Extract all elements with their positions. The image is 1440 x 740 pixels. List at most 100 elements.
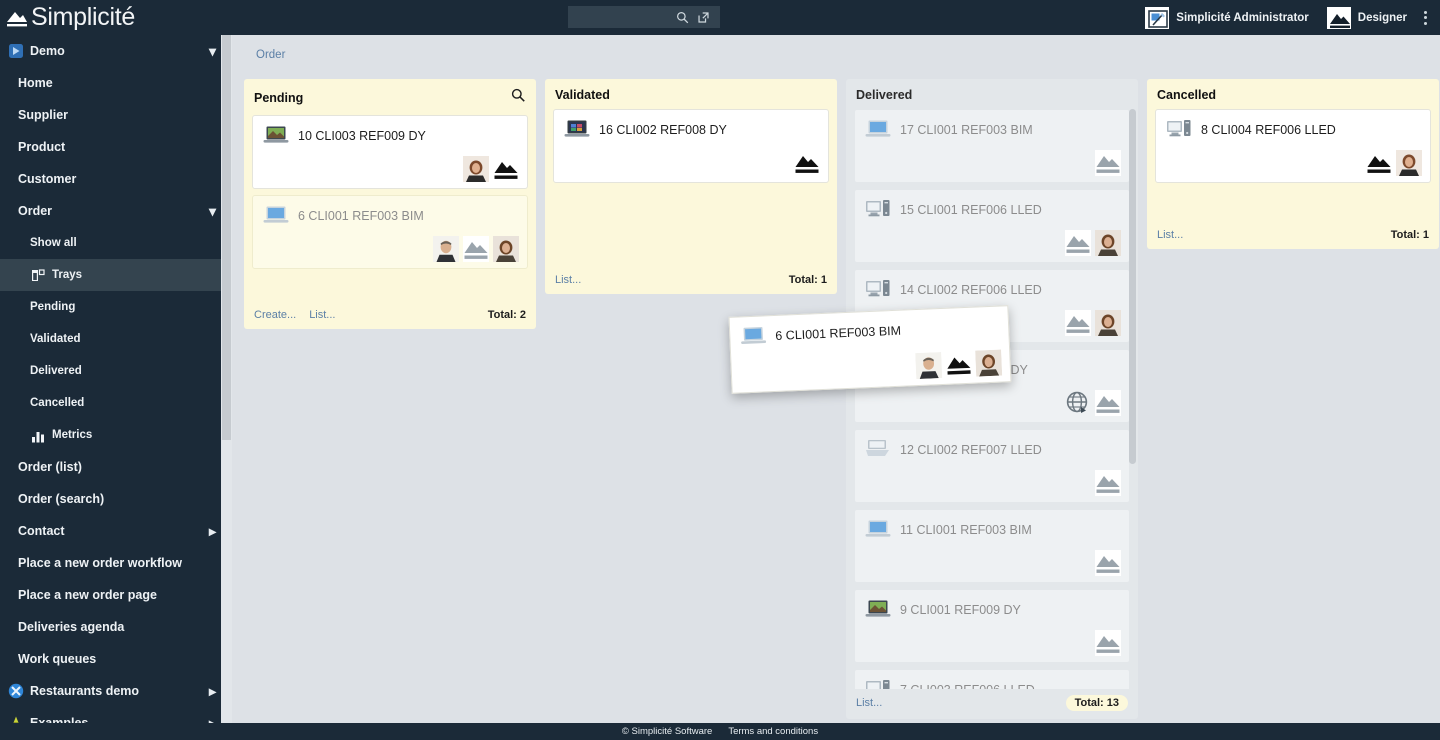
sidebar-item-home[interactable]: Home: [0, 67, 232, 99]
tray-total: Total: 1: [1390, 229, 1429, 241]
laptop-photo-icon: [865, 598, 891, 622]
breadcrumb[interactable]: Order: [256, 49, 285, 61]
designer-chip[interactable]: Designer: [1318, 0, 1416, 35]
sidebar-item-label: Trays: [52, 269, 83, 281]
sidebar-item-contact[interactable]: Contact: [0, 515, 232, 547]
order-card[interactable]: 15 CLI001 REF006 LLED: [854, 189, 1130, 263]
tray-link-create[interactable]: Create...: [254, 309, 296, 321]
tray-card-list: 17 CLI001 REF003 BIM 15 CLI001 REF006 LLE…: [846, 109, 1138, 689]
tray-link-list[interactable]: List...: [1157, 229, 1183, 241]
dragged-card-title-row: 6 CLI001 REF003 BIM: [740, 315, 999, 350]
sidebar-item-show-all[interactable]: Show all: [0, 227, 232, 259]
sidebar-item-place-a-new-order-workflow[interactable]: Place a new order workflow: [0, 547, 232, 579]
sidebar-item-label: Validated: [30, 333, 81, 345]
sidebar-item-label: Deliveries agenda: [18, 620, 125, 634]
chevron-right-icon[interactable]: [209, 683, 216, 700]
tray-search-icon[interactable]: [511, 88, 526, 108]
avatar-man-1-icon: [433, 236, 459, 262]
order-card[interactable]: 9 CLI001 REF009 DY: [854, 589, 1130, 663]
order-card[interactable]: 12 CLI002 REF007 LLED: [854, 429, 1130, 503]
order-card[interactable]: 7 CLI003 REF006 LLED: [854, 669, 1130, 689]
order-card[interactable]: 16 CLI002 REF008 DY: [553, 109, 829, 183]
tray-title: Pending: [254, 91, 304, 105]
order-card-label: 9 CLI001 REF009 DY: [900, 603, 1021, 617]
tray-delivered: Delivered 17 CLI001 REF003 BIM 15 CLI001 R…: [846, 79, 1138, 719]
sidebar-item-trays[interactable]: Trays: [0, 259, 232, 291]
chevron-right-icon[interactable]: [209, 523, 216, 540]
main-content: Order Pending 10 CLI003 REF009 DY 6 CLI001…: [232, 35, 1440, 723]
sidebar-item-label: Pending: [30, 301, 76, 313]
avatar-woman-2-icon: [975, 349, 1003, 377]
dragged-card[interactable]: 6 CLI001 REF003 BIM: [728, 305, 1012, 394]
chevron-down-icon[interactable]: [209, 203, 216, 220]
sidebar-item-metrics[interactable]: Metrics: [0, 419, 232, 451]
sidebar-item-customer[interactable]: Customer: [0, 163, 232, 195]
chevron-down-icon[interactable]: [209, 43, 216, 60]
sidebar-scrollbar[interactable]: [221, 35, 232, 740]
user-account-chip[interactable]: Simplicité Administrator: [1136, 0, 1318, 35]
tray-footer: Create... List... Total: 2: [244, 303, 536, 329]
order-card-title-row: 9 CLI001 REF009 DY: [865, 598, 1119, 622]
tray-footer: List... Total: 13: [846, 689, 1138, 719]
tray-title: Validated: [555, 88, 610, 102]
tray-card-list: 10 CLI003 REF009 DY 6 CLI001 REF003 BIM: [244, 115, 536, 303]
order-card-thumbs: [1065, 390, 1121, 416]
sidebar-item-order-search[interactable]: Order (search): [0, 483, 232, 515]
avatar-woman-2-icon: [493, 236, 519, 262]
tray-scrollbar-thumb[interactable]: [1129, 109, 1136, 464]
tray-link-list[interactable]: List...: [856, 697, 882, 709]
image-placeholder-icon: [1095, 390, 1121, 416]
kebab-menu-icon[interactable]: [1416, 0, 1434, 35]
sidebar-item-delivered[interactable]: Delivered: [0, 355, 232, 387]
global-search[interactable]: [568, 6, 720, 28]
order-card-title-row: 11 CLI001 REF003 BIM: [865, 518, 1119, 542]
tray-scrollbar[interactable]: [1129, 109, 1137, 689]
sidebar-item-label: Place a new order workflow: [18, 556, 182, 570]
order-card-thumbs: [794, 150, 820, 176]
brand[interactable]: Simplicité: [0, 0, 232, 35]
desktop-pc-icon: [865, 278, 891, 302]
sidebar-item-pending[interactable]: Pending: [0, 291, 232, 323]
sidebar-item-product[interactable]: Product: [0, 131, 232, 163]
sidebar-item-supplier[interactable]: Supplier: [0, 99, 232, 131]
order-card-label: 15 CLI001 REF006 LLED: [900, 203, 1042, 217]
sidebar-item-restaurants-demo[interactable]: Restaurants demo: [0, 675, 232, 707]
order-card[interactable]: 6 CLI001 REF003 BIM: [252, 195, 528, 269]
search-input[interactable]: [568, 7, 676, 27]
avatar-man-1-icon: [915, 352, 943, 380]
sidebar-item-label: Place a new order page: [18, 588, 157, 602]
external-link-icon[interactable]: [697, 11, 710, 24]
tray-link-list[interactable]: List...: [309, 309, 335, 321]
tray-cancelled: Cancelled 8 CLI004 REF006 LLED List... Tota…: [1147, 79, 1439, 249]
sidebar-item-label: Demo: [30, 44, 65, 58]
order-card[interactable]: 17 CLI001 REF003 BIM: [854, 109, 1130, 183]
tray-footer-links: List...: [555, 274, 581, 286]
desktop-pc-icon: [1166, 118, 1192, 142]
sidebar-item-order[interactable]: Order: [0, 195, 232, 227]
sidebar-scrollbar-thumb[interactable]: [222, 35, 231, 440]
sidebar-item-label: Customer: [18, 172, 77, 186]
sidebar-item-deliveries-agenda[interactable]: Deliveries agenda: [0, 611, 232, 643]
terms-link[interactable]: Terms and conditions: [728, 726, 818, 737]
avatar-woman-2-icon: [1095, 310, 1121, 336]
sidebar-nav-list: Demo Home Supplier Product Customer Order Show…: [0, 35, 232, 740]
order-card-title-row: 10 CLI003 REF009 DY: [263, 124, 517, 148]
search-icon[interactable]: [676, 11, 689, 24]
image-placeholder-icon: [1095, 630, 1121, 656]
order-card-thumbs: [1065, 310, 1121, 336]
user-avatar-icon: [1145, 6, 1170, 29]
order-card[interactable]: 11 CLI001 REF003 BIM: [854, 509, 1130, 583]
user-name: Simplicité Administrator: [1176, 11, 1309, 24]
order-card-label: 16 CLI002 REF008 DY: [599, 123, 727, 137]
tray-link-list[interactable]: List...: [555, 274, 581, 286]
order-card[interactable]: 10 CLI003 REF009 DY: [252, 115, 528, 189]
sidebar-item-order-list[interactable]: Order (list): [0, 451, 232, 483]
sidebar-item-validated[interactable]: Validated: [0, 323, 232, 355]
sidebar-item-cancelled[interactable]: Cancelled: [0, 387, 232, 419]
tray-title: Cancelled: [1157, 88, 1217, 102]
sidebar-item-place-a-new-order-page[interactable]: Place a new order page: [0, 579, 232, 611]
sidebar-item-work-queues[interactable]: Work queues: [0, 643, 232, 675]
order-card[interactable]: 8 CLI004 REF006 LLED: [1155, 109, 1431, 183]
sidebar-item-label: Delivered: [30, 365, 82, 377]
sidebar-item-demo[interactable]: Demo: [0, 35, 232, 67]
